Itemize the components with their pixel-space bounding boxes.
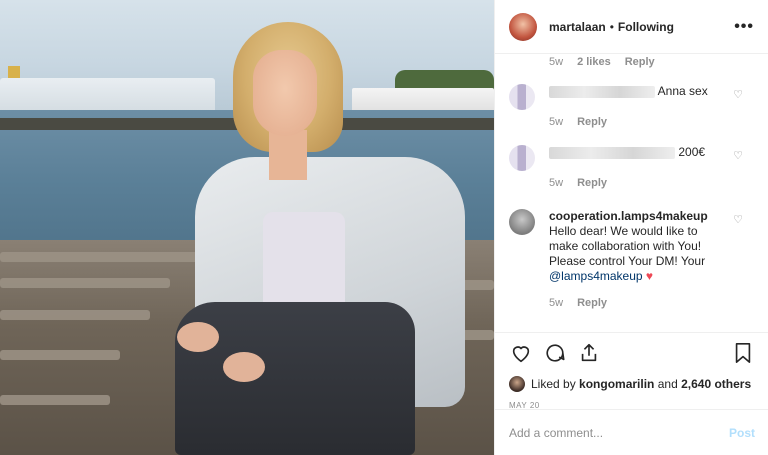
share-icon[interactable] [577, 341, 601, 365]
comments-list[interactable]: 5w 2 likes Reply Anna sex ♡ 5w Reply 200… [495, 54, 768, 332]
bookmark-icon[interactable] [731, 341, 755, 365]
comment-age: 5w [549, 56, 564, 68]
liked-by-user[interactable]: kongomarilin [579, 377, 654, 391]
like-comment-heart-icon[interactable]: ♡ [733, 88, 743, 101]
commenter-avatar-pixelated[interactable] [509, 84, 535, 110]
add-comment-bar: Add a comment... Post [495, 409, 768, 455]
like-comment-heart-icon[interactable]: ♡ [733, 149, 743, 162]
author-username[interactable]: martalaan [549, 20, 606, 34]
follow-status-button[interactable]: Following [618, 20, 674, 34]
more-options-icon[interactable]: ••• [734, 18, 754, 36]
comment-meta-row: 5w Reply [549, 297, 607, 309]
comment-age: 5w [549, 297, 564, 309]
comment-meta-row: 5w Reply [549, 177, 607, 189]
comment-age: 5w [549, 177, 564, 189]
author-avatar[interactable] [509, 12, 537, 41]
instagram-post-window: martalaan • Following ••• 5w 2 likes Rep… [0, 0, 768, 455]
redacted-username [549, 146, 675, 159]
reply-button[interactable]: Reply [625, 56, 655, 68]
action-icons-row [495, 333, 768, 373]
comment-text: Anna sex [657, 84, 708, 98]
comment-item: 200€ ♡ 5w Reply [509, 145, 759, 195]
post-actions: Liked by kongomarilin and 2,640 others M… [495, 332, 768, 417]
comment-meta-row: 5w 2 likes Reply [549, 56, 655, 68]
photo-knee [223, 352, 265, 382]
like-comment-heart-icon[interactable]: ♡ [733, 213, 743, 226]
liked-by-row: Liked by kongomarilin and 2,640 others [495, 373, 768, 395]
comment-age: 5w [549, 116, 564, 128]
commenter-avatar-pixelated[interactable] [509, 145, 535, 171]
photo-plank [0, 278, 170, 288]
post-comment-button[interactable]: Post [729, 426, 755, 440]
photo-subject [165, 22, 465, 455]
photo-face [253, 50, 317, 136]
heart-icon[interactable] [509, 341, 533, 365]
photo-plank [0, 350, 120, 360]
redacted-username [549, 85, 655, 98]
post-header: martalaan • Following ••• [495, 0, 768, 54]
red-heart-emoji: ♥ [645, 269, 654, 283]
photo-plank [0, 395, 110, 405]
reply-button[interactable]: Reply [577, 177, 607, 189]
comment-icon[interactable] [543, 341, 567, 365]
comment-item: cooperation.lamps4makeup Hello dear! We … [509, 209, 759, 319]
reply-button[interactable]: Reply [577, 297, 607, 309]
commenter-avatar[interactable] [509, 209, 535, 235]
post-side-panel: martalaan • Following ••• 5w 2 likes Rep… [494, 0, 768, 455]
photo-plank [0, 310, 150, 320]
comment-body: 200€ [549, 145, 729, 160]
post-photo[interactable] [0, 0, 494, 455]
reply-button[interactable]: Reply [577, 116, 607, 128]
liked-by-and: and [657, 377, 678, 391]
comment-item: Anna sex ♡ 5w Reply [509, 84, 759, 134]
comment-text: 200€ [678, 145, 706, 159]
photo-knee [177, 322, 219, 352]
liker-avatar[interactable] [509, 376, 525, 392]
comment-body: Anna sex [549, 84, 729, 99]
comment-likes-link[interactable]: 2 likes [577, 56, 611, 68]
liked-by-others-link[interactable]: 2,640 others [681, 377, 751, 391]
mention-link[interactable]: @lamps4makeup [549, 269, 643, 283]
comment-body: cooperation.lamps4makeup Hello dear! We … [549, 209, 729, 284]
liked-by-prefix: Liked by [531, 377, 576, 391]
commenter-username[interactable]: cooperation.lamps4makeup [549, 209, 729, 224]
comment-text: Hello dear! We would like to make collab… [549, 224, 706, 268]
add-comment-input[interactable]: Add a comment... [509, 426, 603, 440]
header-separator: • [609, 19, 614, 34]
photo-neck [269, 130, 307, 180]
comment-meta-row: 5w Reply [549, 116, 607, 128]
